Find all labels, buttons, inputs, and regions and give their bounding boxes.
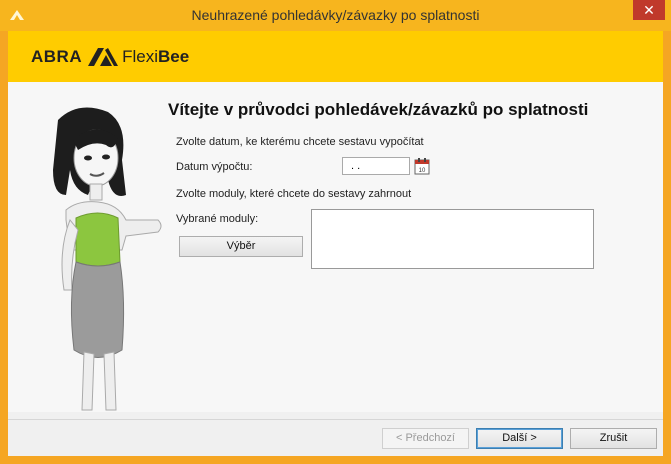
next-button[interactable]: Další > [476, 428, 563, 449]
title-bar[interactable]: Neuhrazené pohledávky/závazky po splatno… [0, 0, 671, 31]
modules-label: Vybrané moduly: [176, 213, 259, 225]
svg-text:10: 10 [419, 168, 426, 174]
close-icon: ✕ [643, 2, 655, 18]
window-title: Neuhrazené pohledávky/závazky po splatno… [191, 7, 480, 23]
logo-abra-text: ABRA [31, 47, 83, 66]
abra-flexibee-logo: ABRA Flexi Bee [31, 45, 189, 69]
logo-flexi-text: Flexi [122, 47, 159, 66]
woman-illustration [53, 107, 162, 411]
date-input[interactable]: . . [342, 157, 410, 175]
close-button[interactable]: ✕ [633, 0, 665, 20]
selected-modules-list[interactable] [311, 209, 594, 269]
date-instruction: Zvolte datum, ke kterému chcete sestavu … [176, 136, 424, 148]
brand-banner: ABRA Flexi Bee [8, 31, 663, 82]
logo-bee-text: Bee [158, 47, 190, 66]
select-modules-button[interactable]: Výběr [179, 236, 303, 257]
back-button[interactable]: < Předchozí [382, 428, 469, 449]
wizard-heading: Vítejte v průvodci pohledávek/závazků po… [168, 100, 589, 119]
modules-instruction: Zvolte moduly, které chcete do sestavy z… [176, 188, 412, 200]
wizard-window: Neuhrazené pohledávky/závazky po splatno… [0, 0, 671, 464]
date-label: Datum výpočtu: [176, 161, 253, 173]
footer-divider [8, 419, 663, 420]
calendar-icon[interactable]: 10 [414, 157, 430, 175]
logo-mark-icon [88, 48, 119, 66]
cancel-button[interactable]: Zrušit [570, 428, 657, 449]
